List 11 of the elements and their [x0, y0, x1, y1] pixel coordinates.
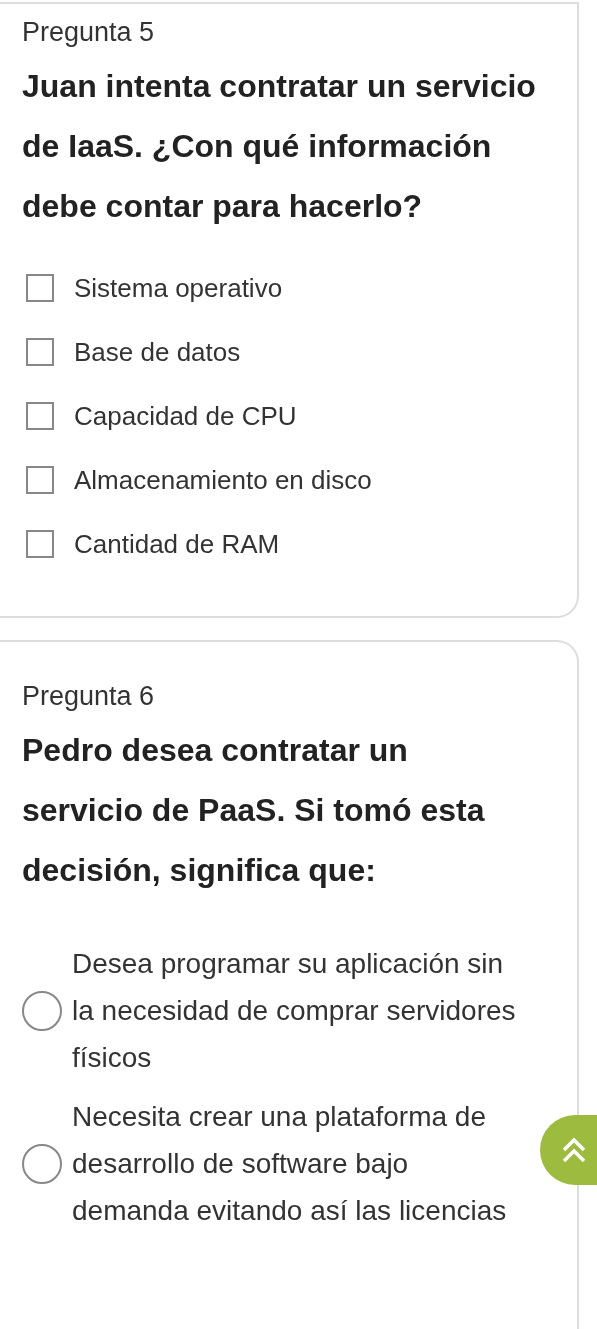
option-label: Desea programar su aplicación sin la necesidad de comprar servidores físicos: [72, 947, 517, 1075]
option-label: Necesita crear una plataforma de desarrollo de software bajo demanda evitando así las licencias: [72, 1100, 508, 1228]
option-label: Sistema operativo: [74, 271, 283, 305]
question-text: Juan intenta contratar un servicio de IaaS. ¿Con qué información debe contar para hacerlo?: [22, 67, 537, 226]
option-label: Base de datos: [74, 335, 241, 369]
question-text: Pedro desea contratar un servicio de PaaS. Si tomó esta decisión, significa que:: [22, 731, 486, 890]
option-label: Capacidad de CPU: [74, 399, 297, 433]
option-label: Cantidad de RAM: [74, 527, 280, 561]
question-number: Pregunta 6: [22, 680, 156, 713]
option-label: Almacenamiento en disco: [74, 463, 372, 497]
question-number: Pregunta 5: [22, 16, 156, 49]
